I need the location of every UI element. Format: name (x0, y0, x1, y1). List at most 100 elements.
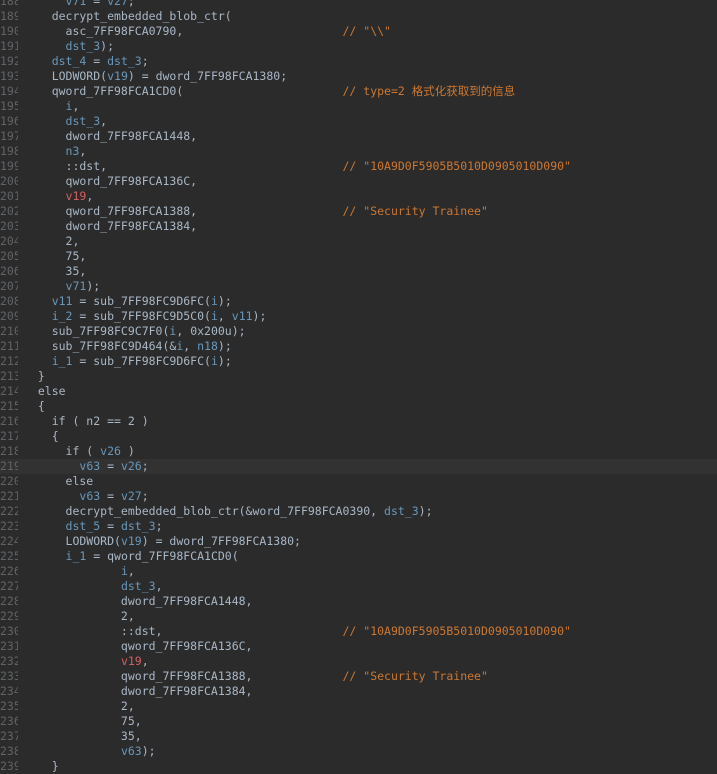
line-number: 208 (0, 294, 18, 308)
code-line[interactable]: 214 else (0, 384, 717, 399)
code-line-current[interactable]: 219 v63 = v26; (0, 459, 717, 474)
code-line[interactable]: 207 v71); (0, 279, 717, 294)
code-line[interactable]: 232 v19, (0, 654, 717, 669)
code-line[interactable]: 225 i_1 = qword_7FF98FCA1CD0( (0, 549, 717, 564)
code-line[interactable]: 200 qword_7FF98FCA136C, (0, 174, 717, 189)
code-editor[interactable]: 188 v71 = v27; 189 decrypt_embedded_blob_… (0, 0, 717, 774)
code-line[interactable]: 213 } (0, 369, 717, 384)
code-token: , (79, 144, 87, 158)
code-line[interactable]: 230 ::dst, // "10A9D0F5905B5010D0905010D… (0, 624, 717, 639)
code-text: sub_7FF98FC9C7F0(i, 0x200u); (24, 324, 246, 339)
code-line[interactable]: 194 qword_7FF98FCA1CD0( // type=2 格式化获取到… (0, 84, 717, 99)
code-line[interactable]: 211 sub_7FF98FC9D464(&i, n18); (0, 339, 717, 354)
variable-token: i (210, 354, 218, 368)
line-number: 199 (0, 159, 18, 173)
code-line[interactable]: 228 dword_7FF98FCA1448, (0, 594, 717, 609)
code-line[interactable]: 195 i, (0, 99, 717, 114)
code-line[interactable]: 202 qword_7FF98FCA1388, // "Security Tra… (0, 204, 717, 219)
code-line[interactable]: 193 LODWORD(v19) = dword_7FF98FCA1380; (0, 69, 717, 84)
code-line[interactable]: 212 i_1 = sub_7FF98FC9D6FC(i); (0, 354, 717, 369)
code-text: i_1 = qword_7FF98FCA1CD0( (24, 549, 239, 564)
code-line[interactable]: 237 35, (0, 729, 717, 744)
code-line[interactable]: 226 i, (0, 564, 717, 579)
code-text: ::dst, // "10A9D0F5905B5010D0905010D090" (24, 159, 571, 174)
line-number: 213 (0, 369, 18, 383)
code-token: dword_7FF98FCA1384, (24, 219, 198, 233)
code-line[interactable]: 199 ::dst, // "10A9D0F5905B5010D0905010D… (0, 159, 717, 174)
code-token: { (24, 399, 45, 413)
line-number: 232 (0, 654, 18, 668)
line-number: 204 (0, 234, 18, 248)
code-text: i_2 = sub_7FF98FC9D5C0(i, v11); (24, 309, 267, 324)
code-line[interactable]: 197 dword_7FF98FCA1448, (0, 129, 717, 144)
line-number: 206 (0, 264, 18, 278)
code-line[interactable]: 227 dst_3, (0, 579, 717, 594)
line-number: 196 (0, 114, 18, 128)
code-line[interactable]: 216 if ( n2 == 2 ) (0, 414, 717, 429)
code-text: i, (24, 564, 135, 579)
code-line[interactable]: 208 v11 = sub_7FF98FC9D6FC(i); (0, 294, 717, 309)
code-line[interactable]: 223 dst_5 = dst_3; (0, 519, 717, 534)
variable-token: v63 (79, 459, 101, 473)
line-number: 222 (0, 504, 18, 518)
code-text: v63); (24, 744, 156, 759)
code-token: , (86, 189, 94, 203)
code-line[interactable]: 201 v19, (0, 189, 717, 204)
code-token: ::dst, (24, 159, 343, 173)
code-line[interactable]: 205 75, (0, 249, 717, 264)
code-text: asc_7FF98FCA0790, // "\\" (24, 24, 391, 39)
code-line[interactable]: 203 dword_7FF98FCA1384, (0, 219, 717, 234)
code-token: ; (127, 0, 135, 8)
code-line[interactable]: 191 dst_3); (0, 39, 717, 54)
code-token: ) = dword_7FF98FCA1380; (127, 69, 288, 83)
code-line[interactable]: 238 v63); (0, 744, 717, 759)
line-number: 189 (0, 9, 18, 23)
code-line[interactable]: 218 if ( v26 ) (0, 444, 717, 459)
code-line[interactable]: 206 35, (0, 264, 717, 279)
code-line[interactable]: 215 { (0, 399, 717, 414)
code-token: ); (217, 354, 232, 368)
code-token: ) (120, 444, 135, 458)
code-line[interactable]: 188 v71 = v27; (0, 0, 717, 9)
code-line[interactable]: 231 qword_7FF98FCA136C, (0, 639, 717, 654)
code-line[interactable]: 236 75, (0, 714, 717, 729)
code-line[interactable]: 221 v63 = v27; (0, 489, 717, 504)
code-line[interactable]: 224 LODWORD(v19) = dword_7FF98FCA1380; (0, 534, 717, 549)
code-line[interactable]: 220 else (0, 474, 717, 489)
code-line[interactable]: 196 dst_3, (0, 114, 717, 129)
line-number: 231 (0, 639, 18, 653)
code-token: 2, (24, 699, 135, 713)
code-line[interactable]: 235 2, (0, 699, 717, 714)
code-text: 75, (24, 249, 87, 264)
code-token: ); (217, 294, 232, 308)
code-line[interactable]: 198 n3, (0, 144, 717, 159)
code-line[interactable]: 210 sub_7FF98FC9C7F0(i, 0x200u); (0, 324, 717, 339)
code-line[interactable]: 192 dst_4 = dst_3; (0, 54, 717, 69)
line-number: 194 (0, 84, 18, 98)
code-line[interactable]: 189 decrypt_embedded_blob_ctr( (0, 9, 717, 24)
variable-token: v27 (107, 0, 128, 8)
code-line[interactable]: 234 dword_7FF98FCA1384, (0, 684, 717, 699)
code-text: else (24, 474, 94, 489)
code-token: asc_7FF98FCA0790, (24, 24, 343, 38)
comment-token: // "\\" (342, 24, 391, 38)
code-line[interactable]: 204 2, (0, 234, 717, 249)
code-line[interactable]: 190 asc_7FF98FCA0790, // "\\" (0, 24, 717, 39)
code-token: 35, (24, 264, 87, 278)
line-number: 239 (0, 759, 18, 773)
code-text: 75, (24, 714, 142, 729)
code-line[interactable]: 233 qword_7FF98FCA1388, // "Security Tra… (0, 669, 717, 684)
code-line[interactable]: 209 i_2 = sub_7FF98FC9D5C0(i, v11); (0, 309, 717, 324)
code-line[interactable]: 229 2, (0, 609, 717, 624)
code-line[interactable]: 222 decrypt_embedded_blob_ctr(&word_7FF9… (0, 504, 717, 519)
line-number: 188 (0, 0, 18, 8)
variable-token: v26 (120, 459, 142, 473)
code-text: qword_7FF98FCA1CD0( // type=2 格式化获取到的信息 (24, 84, 516, 99)
code-line[interactable]: 239 } (0, 759, 717, 774)
code-line[interactable]: 217 { (0, 429, 717, 444)
code-text: if ( v26 ) (24, 444, 135, 459)
comment-token: // "10A9D0F5905B5010D0905010D090" (342, 159, 571, 173)
